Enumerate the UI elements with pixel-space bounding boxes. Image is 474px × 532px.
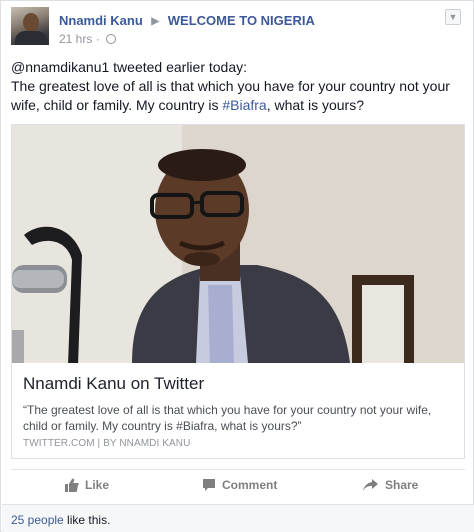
link-preview-image[interactable] — [12, 125, 464, 363]
share-label: Share — [385, 478, 419, 492]
likes-count-link[interactable]: 25 people — [11, 513, 64, 527]
post-actions-bar: Like Comment Share — [11, 469, 465, 504]
caret-right-icon: ▶ — [151, 16, 160, 27]
target-page-link[interactable]: WELCOME TO NIGERIA — [168, 13, 315, 28]
post-meta: 21 hrs · — [59, 32, 117, 46]
comment-icon — [203, 479, 215, 491]
link-card-description: “The greatest love of all is that which … — [23, 403, 432, 433]
hashtag-link[interactable]: #Biafra — [222, 97, 266, 113]
author-avatar[interactable] — [11, 7, 49, 45]
comment-button[interactable]: Comment — [202, 478, 277, 492]
post-title-line: Nnamdi Kanu ▶ WELCOME TO NIGERIA — [59, 13, 315, 28]
post-text-tail: , what is yours? — [266, 97, 364, 113]
thumbs-up-icon — [65, 478, 79, 492]
globe-icon[interactable] — [106, 34, 117, 44]
likes-suffix: like this. — [63, 513, 111, 527]
portrait-photo — [12, 125, 464, 363]
avatar-face — [23, 13, 39, 32]
comment-label: Comment — [222, 478, 278, 492]
author-name-link[interactable]: Nnamdi Kanu — [59, 13, 143, 28]
meta-separator: · — [95, 32, 100, 46]
share-arrow-icon — [363, 479, 378, 491]
likes-text: 25 people like this. — [11, 513, 110, 527]
like-label: Like — [85, 478, 110, 492]
link-card-source: TWITTER.COM | BY NNAMDI KANU — [23, 438, 191, 449]
post-text-line2: The greatest love of all is that which y… — [11, 77, 465, 115]
chevron-down-icon[interactable]: ▼ — [445, 9, 461, 25]
post-text: @nnamdikanu1 tweeted earlier today: The … — [11, 58, 465, 115]
shared-link-card[interactable]: Nnamdi Kanu on Twitter “The greatest lov… — [11, 124, 465, 459]
share-button[interactable]: Share — [363, 478, 418, 492]
post-timestamp[interactable]: 21 hrs — [59, 32, 92, 46]
like-button[interactable]: Like — [65, 478, 109, 492]
post-text-line1: @nnamdikanu1 tweeted earlier today: — [11, 59, 248, 75]
post-card: Nnamdi Kanu ▶ WELCOME TO NIGERIA 21 hrs … — [0, 0, 474, 532]
avatar-body — [15, 31, 47, 45]
likes-summary: 25 people like this. — [2, 504, 474, 532]
post-header: Nnamdi Kanu ▶ WELCOME TO NIGERIA 21 hrs … — [11, 7, 465, 49]
link-card-title[interactable]: Nnamdi Kanu on Twitter — [23, 374, 204, 394]
